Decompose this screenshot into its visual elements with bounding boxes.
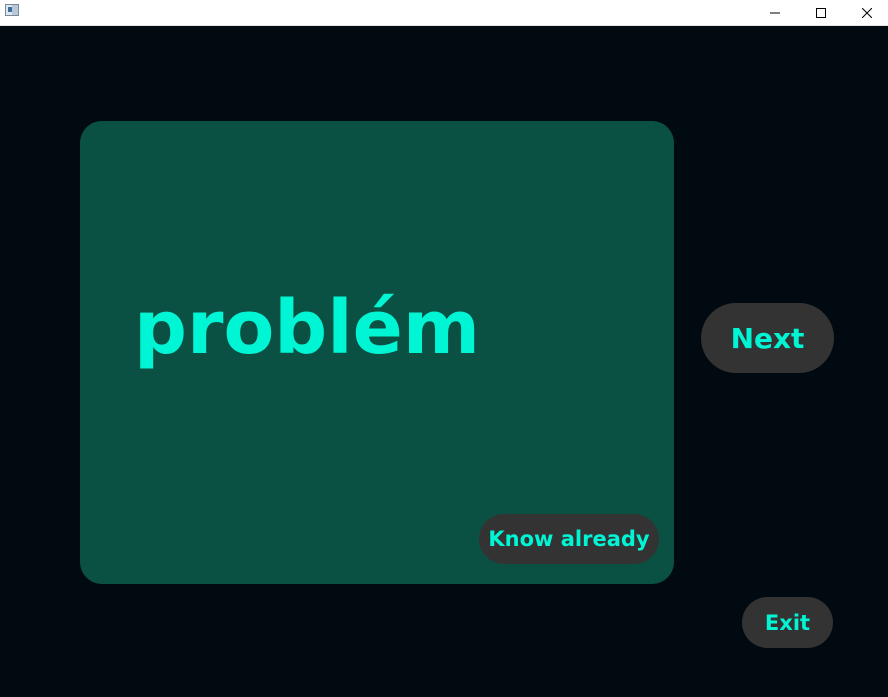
- flashcard-word: problém: [134, 285, 480, 371]
- know-already-button[interactable]: Know already: [479, 514, 659, 564]
- close-button[interactable]: [844, 0, 888, 25]
- exit-button[interactable]: Exit: [742, 597, 833, 648]
- title-bar: [0, 0, 888, 26]
- flashcard[interactable]: problém Know already: [80, 121, 674, 584]
- app-window: problém Know already Next Exit: [0, 0, 888, 697]
- maximize-icon: [816, 7, 826, 18]
- minimize-button[interactable]: [752, 0, 798, 25]
- minimize-icon: [770, 12, 780, 13]
- next-button[interactable]: Next: [701, 303, 834, 373]
- app-icon: [5, 4, 19, 16]
- maximize-button[interactable]: [798, 0, 844, 25]
- close-icon: [862, 7, 872, 18]
